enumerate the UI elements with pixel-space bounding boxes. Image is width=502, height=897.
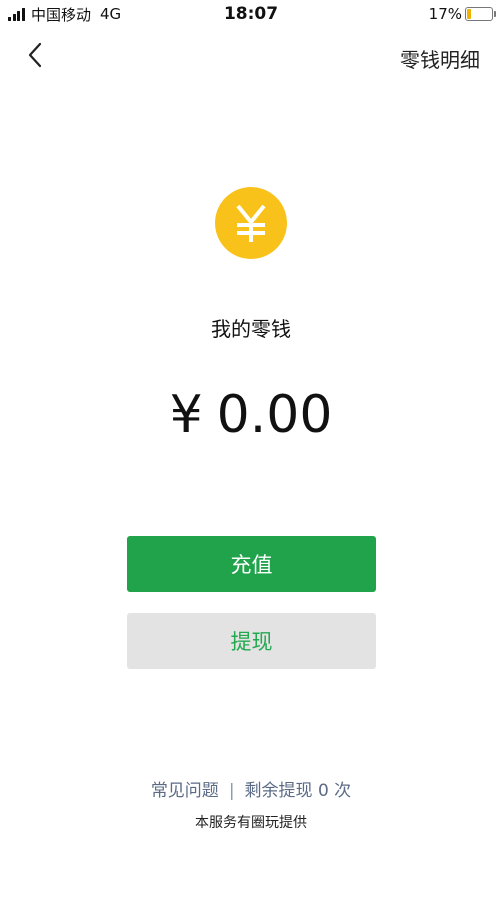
chevron-left-icon — [28, 42, 42, 68]
balance-value: 0.00 — [216, 385, 333, 445]
yen-coin-icon — [215, 187, 287, 259]
service-provider-text: 本服务有圈玩提供 — [195, 815, 307, 831]
balance-amount: ¥0.00 — [0, 385, 502, 445]
recharge-button-label: 充值 — [230, 553, 273, 577]
withdraw-button[interactable]: 提现 — [127, 613, 376, 669]
battery-icon — [465, 7, 493, 21]
recharge-button[interactable]: 充值 — [127, 536, 376, 592]
wallet-screen: 中国移动 4G 18:07 17% 零钱明细 我的零钱 ¥ 0.00 充值 提现… — [0, 0, 502, 897]
battery-fill — [467, 9, 471, 19]
battery-percent: 17% — [428, 5, 462, 23]
back-button[interactable] — [20, 40, 50, 70]
footer-separator: | — [228, 781, 235, 801]
balance-details-link[interactable]: 零钱明细 — [400, 44, 480, 73]
status-bar: 中国移动 4G 18:07 17% — [0, 0, 502, 30]
faq-link[interactable]: 常见问题 — [151, 781, 219, 801]
nav-bar: 零钱明细 — [0, 30, 502, 84]
battery-cap — [494, 11, 496, 17]
yen-symbol-icon — [236, 204, 266, 242]
footer-links: 常见问题 | 剩余提现 0 次 — [0, 776, 502, 801]
withdraw-button-label: 提现 — [230, 630, 273, 654]
currency-symbol: ¥ — [169, 385, 203, 445]
withdraw-remaining: 剩余提现 0 次 — [244, 781, 352, 801]
wallet-label: 我的零钱 — [211, 317, 291, 341]
status-time: 18:07 — [223, 4, 279, 24]
status-right: 17% — [429, 5, 496, 23]
